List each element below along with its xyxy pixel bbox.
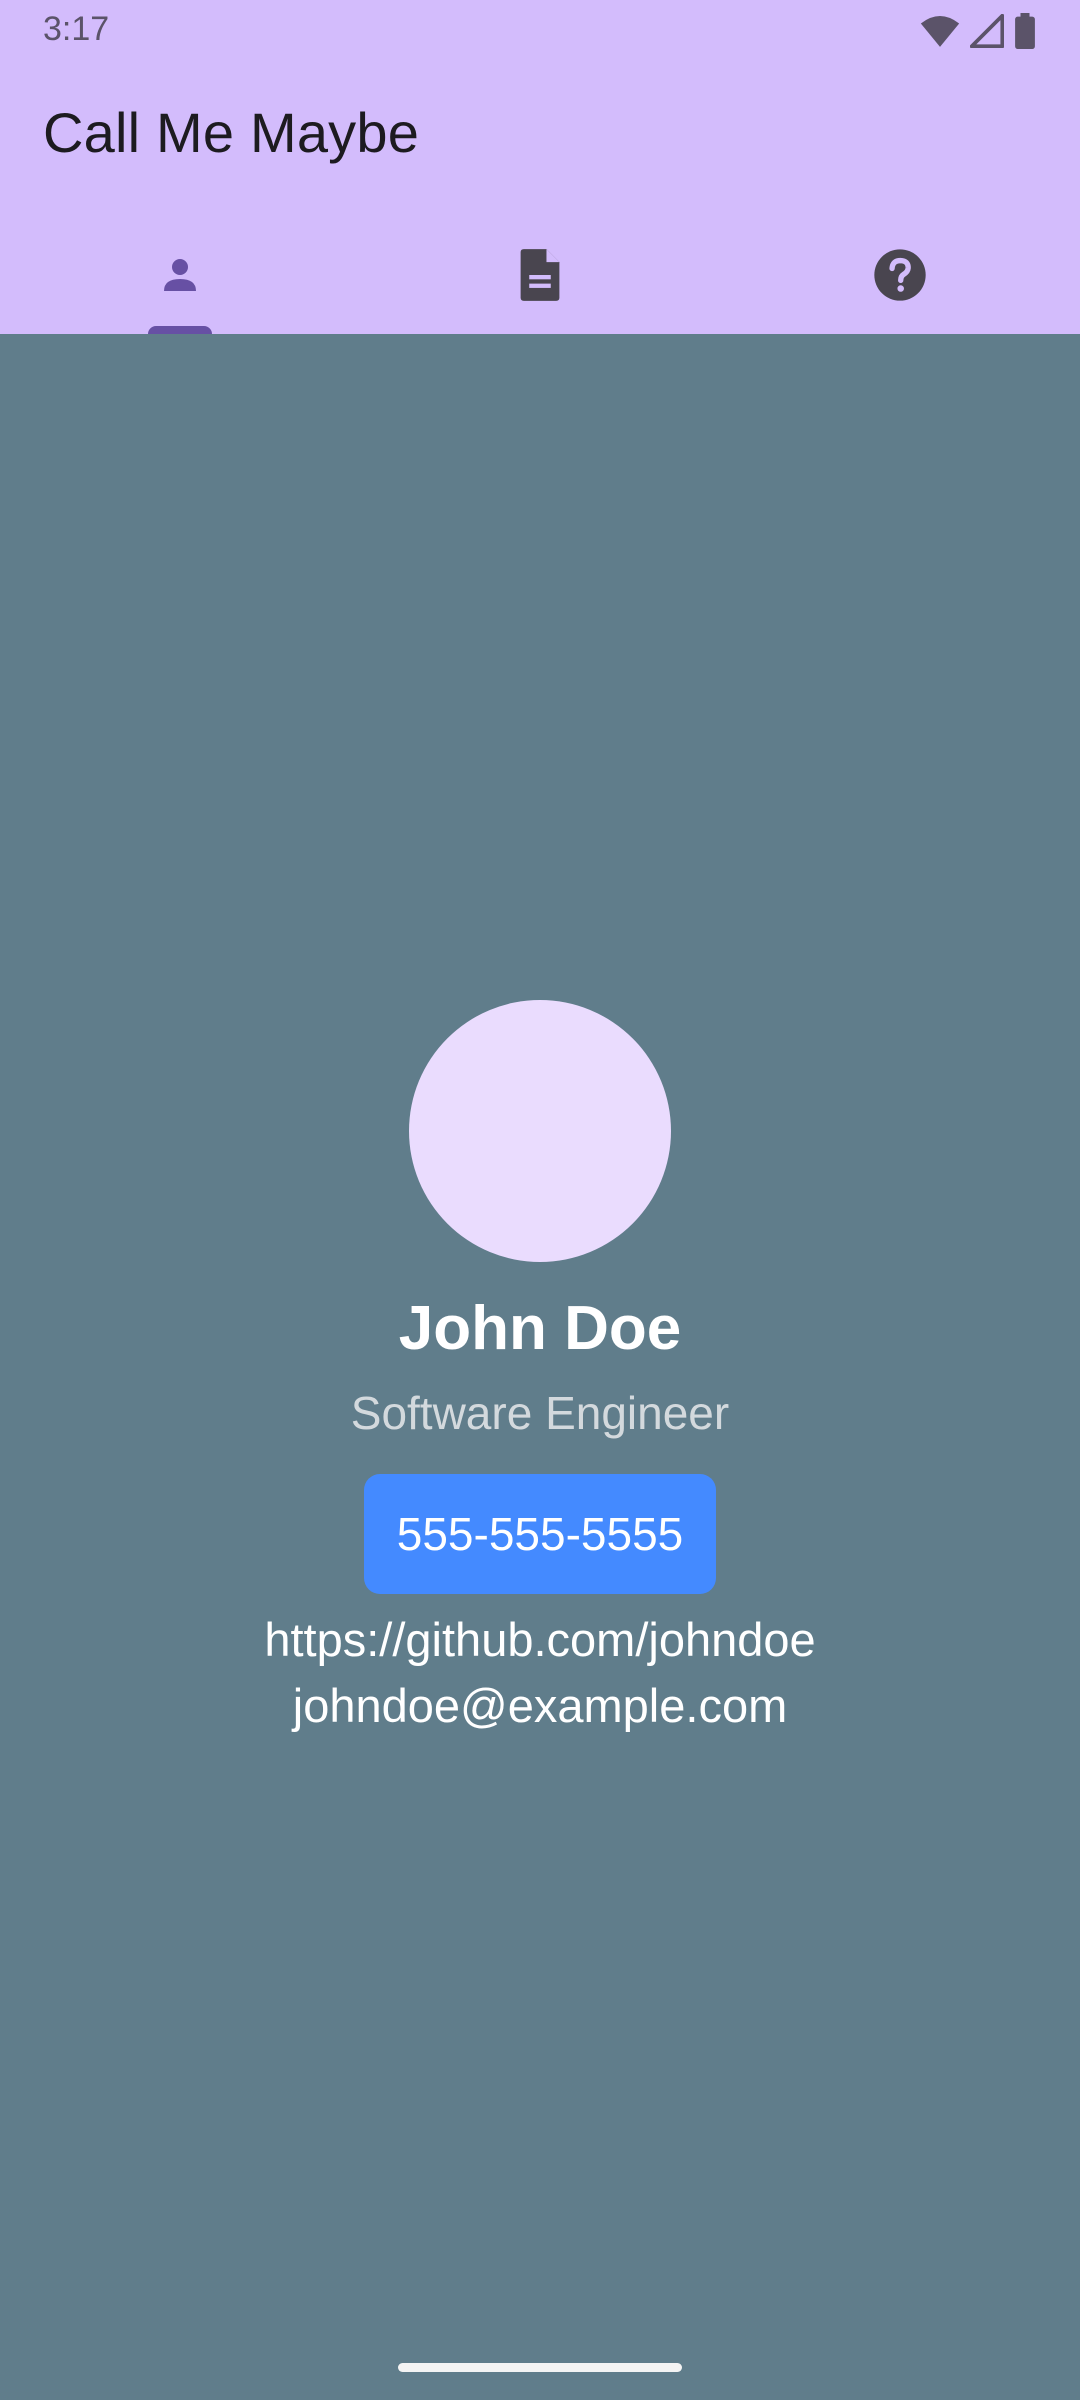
github-link[interactable]: https://github.com/johndoe [264, 1612, 815, 1668]
document-icon [514, 247, 566, 303]
tab-profile[interactable] [0, 216, 360, 334]
wifi-icon [920, 14, 960, 48]
profile-card: John Doe Software Engineer 555-555-5555 … [0, 1000, 1080, 1735]
app-title: Call Me Maybe [43, 101, 420, 164]
status-bar: 3:17 [0, 0, 1080, 62]
profile-role: Software Engineer [350, 1387, 730, 1439]
email-link[interactable]: johndoe@example.com [293, 1678, 788, 1734]
profile-name: John Doe [398, 1294, 682, 1363]
tab-resume[interactable] [360, 216, 720, 334]
status-time: 3:17 [43, 10, 110, 48]
home-indicator[interactable] [398, 2363, 682, 2372]
cellular-signal-icon [970, 14, 1004, 48]
help-icon [872, 247, 928, 303]
tab-help[interactable] [720, 216, 1080, 334]
battery-icon [1014, 13, 1036, 49]
selected-tab-indicator [148, 326, 212, 334]
app-header: 3:17 Call Me Maybe [0, 0, 1080, 334]
avatar [409, 1000, 671, 1262]
status-icons [920, 12, 1036, 50]
screen: 3:17 Call Me Maybe John Doe Software Eng… [0, 0, 1080, 2400]
tab-bar [0, 216, 1080, 334]
phone-button[interactable]: 555-555-5555 [364, 1474, 716, 1594]
person-icon [156, 251, 204, 299]
